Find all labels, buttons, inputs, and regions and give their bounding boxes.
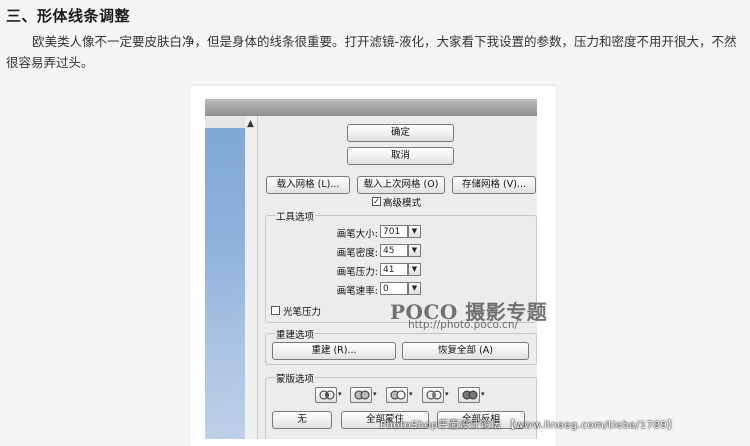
mask-invert-icon[interactable]: [458, 387, 480, 403]
brush-pressure-dropdown-icon[interactable]: ▼: [408, 263, 421, 276]
chevron-down-icon[interactable]: ▾: [445, 390, 449, 398]
chevron-down-icon[interactable]: ▾: [409, 390, 413, 398]
image-preview[interactable]: [205, 116, 246, 439]
chevron-down-icon[interactable]: ▾: [338, 390, 342, 398]
tool-options-title: 工具选项: [275, 209, 316, 223]
brush-density-input[interactable]: 45: [380, 244, 408, 257]
ok-button[interactable]: 确定: [347, 124, 454, 142]
brush-size-dropdown-icon[interactable]: ▼: [408, 225, 421, 238]
brush-pressure-input[interactable]: 41: [380, 263, 408, 276]
liquify-dialog: ▲ 确定 取消 载入网格 (L)... 载入上次网格 (O) 存储网格 (V).…: [205, 99, 537, 439]
preview-top-strip: [205, 116, 245, 128]
cancel-button[interactable]: 取消: [347, 147, 454, 165]
brush-size-input[interactable]: 701: [380, 225, 408, 238]
chevron-down-icon[interactable]: ▾: [481, 390, 485, 398]
advanced-mode-label: 高级模式: [383, 198, 422, 209]
article-paragraph: 欧美类人像不一定要皮肤白净，但是身体的线条很重要。打开滤镜-液化，大家看下我设置…: [6, 34, 737, 70]
brush-density-dropdown-icon[interactable]: ▼: [408, 244, 421, 257]
mask-options-title: 蒙版选项: [275, 371, 316, 385]
reconstruct-button[interactable]: 重建 (R)...: [272, 342, 396, 360]
brush-rate-dropdown-icon[interactable]: ▼: [408, 282, 421, 295]
brush-pressure-label: 画笔压力:: [336, 267, 378, 278]
brush-rate-input[interactable]: 0: [380, 282, 408, 295]
brush-rate-label: 画笔速率:: [336, 286, 378, 297]
save-mesh-button[interactable]: 存储网格 (V)...: [452, 176, 536, 194]
restore-all-button[interactable]: 恢复全部 (A): [402, 342, 529, 360]
load-mesh-button[interactable]: 载入网格 (L)...: [266, 176, 350, 194]
reconstruct-options-title: 重建选项: [275, 327, 316, 341]
brush-size-label: 画笔大小:: [336, 229, 378, 240]
mask-add-icon[interactable]: [350, 387, 372, 403]
poco-url-watermark: http://photo.poco.cn/: [408, 319, 519, 331]
load-last-mesh-button[interactable]: 载入上次网格 (O): [357, 176, 445, 194]
scroll-up-arrow-icon[interactable]: ▲: [247, 120, 254, 129]
dialog-titlebar[interactable]: [205, 99, 537, 116]
brush-density-label: 画笔密度:: [336, 248, 378, 259]
mask-none-button[interactable]: 无: [272, 411, 332, 429]
preview-scrollbar[interactable]: ▲: [245, 116, 258, 439]
mask-replace-icon[interactable]: [315, 387, 337, 403]
stylus-pressure-label: 光笔压力: [283, 307, 322, 318]
chevron-down-icon[interactable]: ▾: [373, 390, 377, 398]
stylus-pressure-checkbox[interactable]: [271, 306, 280, 315]
advanced-mode-checkbox[interactable]: ✓: [372, 197, 381, 206]
mask-subtract-icon[interactable]: [386, 387, 408, 403]
forum-watermark: PhotoShop平面设计论坛 【www.lineeg.com/tieba/17…: [380, 420, 678, 431]
mask-intersect-icon[interactable]: [422, 387, 444, 403]
article-heading: 三、形体线条调整: [6, 7, 131, 25]
